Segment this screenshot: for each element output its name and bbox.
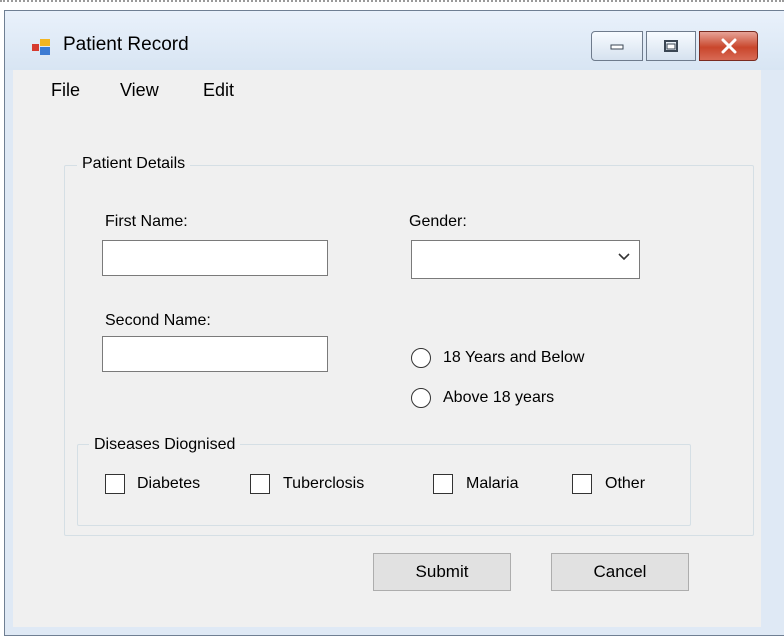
age-above-18-label[interactable]: Above 18 years xyxy=(443,389,554,407)
gender-label: Gender: xyxy=(409,213,467,230)
other-label[interactable]: Other xyxy=(605,475,645,493)
diabetes-label[interactable]: Diabetes xyxy=(137,475,200,493)
menu-view[interactable]: View xyxy=(114,80,165,101)
diabetes-checkbox[interactable] xyxy=(105,474,125,494)
window-title: Patient Record xyxy=(63,34,189,55)
first-name-label: First Name: xyxy=(105,213,188,230)
cancel-button[interactable]: Cancel xyxy=(551,553,689,591)
form-client-area: File View Edit Patient Details First Nam… xyxy=(13,70,761,627)
age-18-and-below-label[interactable]: 18 Years and Below xyxy=(443,349,584,367)
close-icon xyxy=(721,38,736,54)
gender-dropdown[interactable] xyxy=(411,240,640,279)
title-bar[interactable]: Patient Record xyxy=(5,11,784,70)
maximize-button[interactable] xyxy=(646,31,696,61)
chevron-down-icon xyxy=(618,253,630,261)
patient-details-label: Patient Details xyxy=(77,155,191,173)
menu-file[interactable]: File xyxy=(45,80,86,101)
screenshot-edge xyxy=(0,0,784,3)
menu-bar: File View Edit xyxy=(13,70,761,110)
minimize-icon xyxy=(610,44,624,50)
minimize-button[interactable] xyxy=(591,31,643,61)
app-window-icon xyxy=(32,39,50,55)
close-button[interactable] xyxy=(699,31,758,61)
menu-edit[interactable]: Edit xyxy=(197,80,240,101)
malaria-checkbox[interactable] xyxy=(433,474,453,494)
tuberclosis-checkbox[interactable] xyxy=(250,474,270,494)
patient-record-window: Patient Record File View Edit Patient De… xyxy=(4,10,784,636)
maximize-icon xyxy=(664,40,678,52)
second-name-field[interactable] xyxy=(102,336,328,372)
malaria-label[interactable]: Malaria xyxy=(466,475,518,493)
second-name-label: Second Name: xyxy=(105,312,211,329)
first-name-field[interactable] xyxy=(102,240,328,276)
tuberclosis-label[interactable]: Tuberclosis xyxy=(283,475,364,493)
age-18-and-below-radio[interactable] xyxy=(411,348,431,368)
age-above-18-radio[interactable] xyxy=(411,388,431,408)
other-checkbox[interactable] xyxy=(572,474,592,494)
diseases-label: Diseases Diognised xyxy=(89,436,241,454)
submit-button[interactable]: Submit xyxy=(373,553,511,591)
